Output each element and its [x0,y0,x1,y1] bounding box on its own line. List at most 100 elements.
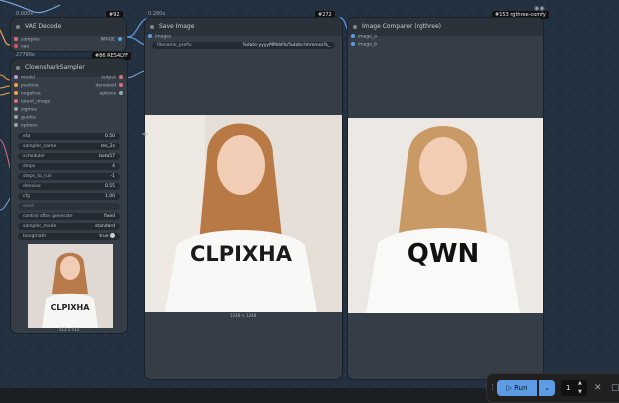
widget-value: 0.50 [104,134,115,139]
widget-label: sampler_mode [23,224,57,229]
widget-steps[interactable]: steps 4 [18,163,120,170]
decrement-icon[interactable]: ▼ [578,389,582,395]
input-slot-negative[interactable]: negative [14,91,41,97]
run-button[interactable]: ▷ Run [497,380,537,396]
widget-label: cfg [23,194,30,199]
widget-label: scheduler [23,154,46,159]
slot-label: denoised [95,83,116,89]
widget-label: sampler_name [23,144,57,149]
output-slot-output[interactable]: output [101,75,123,81]
slot-label: samples [21,37,40,43]
widget-cfg[interactable]: cfg 1.00 [18,193,120,200]
slot-label: vae [21,44,30,50]
widget-value: beta57 [99,154,115,159]
widget-label: filename_prefix [157,43,192,48]
node-title-bar[interactable]: VAE Decode [11,18,126,36]
output-slot-denoised[interactable]: denoised [96,83,123,89]
pin-icon [14,75,18,79]
widget-value: res_2s [100,144,115,149]
input-slot-vae[interactable]: vae [14,44,29,50]
pin-icon [148,34,152,38]
input-slot-guides[interactable]: guides [14,115,36,121]
widget-control-after-generate[interactable]: control after generate fixed [18,213,120,220]
slot-label: IMAGE [100,37,115,43]
input-slot-latent-image[interactable]: latent_image [14,99,50,105]
input-slot-image-a[interactable]: image_a [351,34,377,40]
widget-label: control after generate [23,214,73,219]
widget-scheduler[interactable]: scheduler beta57 [18,153,120,160]
slot-label: options [99,91,116,97]
clownshark-sampler-node[interactable]: ClownsharkSampler model positive negativ… [11,59,127,333]
woman-portrait-compare-image: QWN [348,118,543,313]
input-slot-images[interactable]: images [148,34,171,40]
close-icon[interactable]: ✕ [594,383,602,393]
widget-denoise[interactable]: denoise 0.55 [18,183,120,190]
node-title: ClownsharkSampler [25,64,85,71]
input-slot-image-b[interactable]: image_b [351,42,377,48]
output-slot-options[interactable]: options [99,91,123,97]
slot-label: positive [21,83,39,89]
slot-label: model [21,75,36,81]
workflow-canvas[interactable]: 0.000s #92 VAE Decode samples vae IMAGE … [0,0,619,403]
node-title: Save Image [159,23,195,30]
widget-seed[interactable]: seed [18,203,120,210]
pin-icon [351,34,355,38]
node-options-icon[interactable]: ◉◉ [534,5,544,12]
widget-label: denoise [23,184,41,189]
widget-steps-to-run[interactable]: steps_to_run -1 [18,173,120,180]
pin-icon [14,37,18,41]
widget-value: %date:yyyyMMdd%/%date:hhmmss%_ [242,43,331,48]
pin-icon [119,83,123,87]
crosshair-icon: + [141,129,150,140]
shirt-text: CLPIXHA [190,242,293,266]
pin-icon [118,37,122,41]
widget-value: 4 [112,164,115,169]
collapse-dot-icon[interactable] [16,66,20,70]
node-title-bar[interactable]: Image Comparer (rgthree) [348,18,543,36]
run-toolbar: ⋮ ▷ Run ⌄ 1 ▲ ▼ ✕ ▢ [487,374,619,402]
pin-icon [14,123,18,127]
shirt-text: QWN [407,239,480,269]
batch-count-input[interactable]: 1 [561,380,587,396]
stop-icon[interactable]: ▢ [611,383,619,393]
comparer-image[interactable]: QWN [348,118,543,313]
filename-prefix-field[interactable]: filename_prefix %date:yyyyMMdd%/%date:hhm… [152,42,335,49]
input-slot-options[interactable]: options [14,123,38,129]
widget-sampler-name[interactable]: sampler_name res_2s [18,143,120,150]
input-slot-samples[interactable]: samples [14,37,40,43]
output-slot-image[interactable]: IMAGE [100,37,122,43]
widget-label: eta [23,134,31,139]
slot-label: negative [21,91,41,97]
preview-image: CLPIXHA [28,244,113,328]
slot-label: output [101,75,116,81]
run-mode-dropdown[interactable]: ⌄ [539,380,555,396]
widget-bongmath-toggle[interactable]: bongmath true [18,233,120,240]
widget-sampler-mode[interactable]: sampler_mode standard [18,223,120,230]
pin-icon [14,83,18,87]
collapse-dot-icon[interactable] [16,25,20,29]
input-slot-positive[interactable]: positive [14,83,39,89]
pin-icon [14,115,18,119]
chevron-down-icon: ⌄ [544,384,550,392]
collapse-dot-icon[interactable] [150,25,154,29]
widget-label: seed [23,204,34,209]
widget-value: -1 [110,174,116,179]
node-title: VAE Decode [25,23,62,30]
drag-handle-icon[interactable]: ⋮ [489,383,496,391]
node-title: Image Comparer (rgthree) [362,23,442,30]
vae-decode-node[interactable]: VAE Decode samples vae IMAGE [11,18,126,51]
collapse-dot-icon[interactable] [353,25,357,29]
input-slot-sigmas[interactable]: sigmas [14,107,37,113]
widget-label: steps [23,164,36,169]
image-comparer-node[interactable]: Image Comparer (rgthree) image_a image_b… [348,18,543,379]
input-slot-model[interactable]: model [14,75,35,81]
save-image-node[interactable]: Save Image images filename_prefix %date:y… [145,18,342,379]
widget-eta[interactable]: eta 0.50 [18,133,120,140]
slot-label: images [155,34,172,40]
preview-caption: 512 x 512 [59,327,80,332]
woman-portrait-image: CLPIXHA [145,115,342,312]
increment-icon[interactable]: ▲ [578,380,582,386]
widget-label: steps_to_run [23,174,52,179]
widget-value: 1.00 [104,194,115,199]
node-title-bar[interactable]: Save Image [145,18,342,36]
